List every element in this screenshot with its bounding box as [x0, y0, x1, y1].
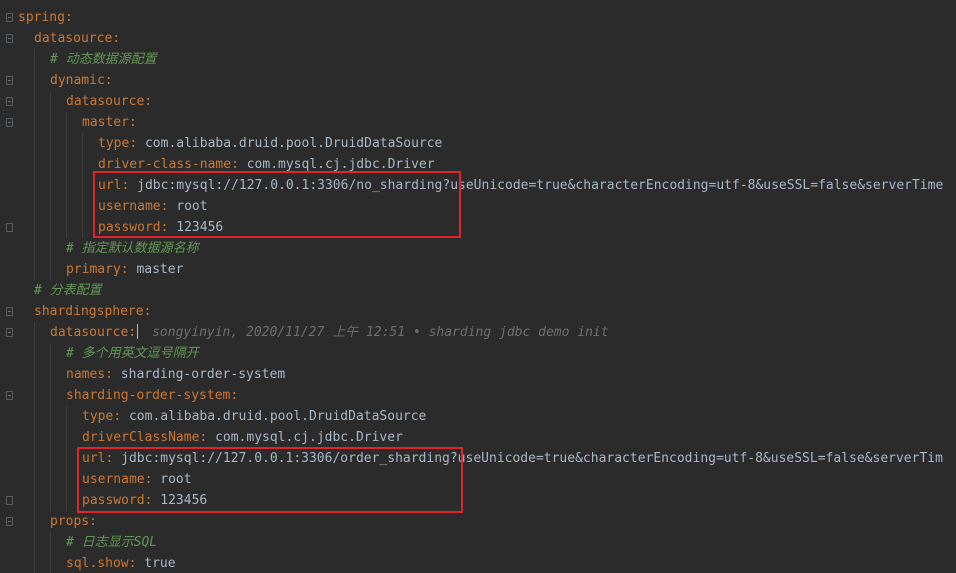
- code-line: url: jdbc:mysql://127.0.0.1:3306/no_shar…: [18, 175, 943, 196]
- yaml-comment: # 动态数据源配置: [50, 52, 157, 67]
- fold-icon[interactable]: [6, 517, 13, 526]
- yaml-key: datasource: [66, 94, 145, 109]
- yaml-key: type: [82, 409, 114, 424]
- code-line: sharding-order-system:: [18, 385, 943, 406]
- yaml-key: driverClassName: [82, 430, 200, 445]
- code-line: # 分表配置: [18, 280, 943, 301]
- yaml-key: username: [98, 199, 161, 214]
- code-line: datasource:: [18, 91, 943, 112]
- fold-icon[interactable]: [6, 13, 13, 22]
- code-line: password: 123456: [18, 490, 943, 511]
- code-line: # 动态数据源配置: [18, 49, 943, 70]
- code-line: username: root: [18, 196, 943, 217]
- yaml-comment: # 日志显示SQL: [66, 535, 158, 550]
- text-cursor: [137, 324, 139, 339]
- yaml-value: root: [160, 472, 192, 487]
- yaml-key: props: [50, 514, 90, 529]
- yaml-key: sql.show: [66, 556, 129, 571]
- yaml-key: url: [98, 178, 122, 193]
- editor-gutter: [0, 0, 18, 573]
- yaml-value: master: [136, 262, 184, 277]
- yaml-key: type: [98, 136, 130, 151]
- fold-icon[interactable]: [6, 97, 13, 106]
- yaml-value: com.alibaba.druid.pool.DruidDataSource: [144, 136, 443, 151]
- yaml-comment: # 多个用英文逗号隔开: [66, 346, 199, 361]
- code-line: type: com.alibaba.druid.pool.DruidDataSo…: [18, 406, 943, 427]
- yaml-value: root: [176, 199, 208, 214]
- fold-icon[interactable]: [6, 307, 13, 316]
- code-line: props:: [18, 511, 943, 532]
- yaml-key: master: [82, 115, 129, 130]
- yaml-key: username: [82, 472, 145, 487]
- yaml-key: password: [98, 220, 161, 235]
- yaml-value: com.alibaba.druid.pool.DruidDataSource: [128, 409, 427, 424]
- yaml-key: spring: [18, 10, 65, 25]
- yaml-key: names: [66, 367, 106, 382]
- code-line: password: 123456: [18, 217, 943, 238]
- yaml-key: driver-class-name: [98, 157, 232, 172]
- yaml-key: sharding-order-system: [66, 388, 231, 403]
- yaml-key: dynamic: [50, 73, 105, 88]
- yaml-value: com.mysql.cj.jdbc.Driver: [246, 157, 435, 172]
- yaml-key: url: [82, 451, 106, 466]
- fold-end-icon[interactable]: [6, 223, 13, 232]
- fold-icon[interactable]: [6, 118, 13, 127]
- yaml-value: 123456: [176, 220, 224, 235]
- code-line: type: com.alibaba.druid.pool.DruidDataSo…: [18, 133, 943, 154]
- code-editor[interactable]: spring: datasource: # 动态数据源配置 dynamic: d…: [0, 0, 956, 573]
- code-line: url: jdbc:mysql://127.0.0.1:3306/order_s…: [18, 448, 943, 469]
- code-content[interactable]: spring: datasource: # 动态数据源配置 dynamic: d…: [18, 7, 943, 573]
- yaml-value: true: [144, 556, 176, 571]
- yaml-comment: # 分表配置: [34, 283, 102, 298]
- code-line: sql.show: true: [18, 553, 943, 573]
- yaml-key: datasource: [50, 325, 129, 340]
- yaml-key: datasource: [34, 31, 113, 46]
- code-line: # 日志显示SQL: [18, 532, 943, 553]
- fold-end-icon[interactable]: [6, 496, 13, 505]
- yaml-value: 123456: [160, 493, 208, 508]
- yaml-value: com.mysql.cj.jdbc.Driver: [215, 430, 403, 445]
- yaml-value: sharding-order-system: [120, 367, 286, 382]
- code-line: # 多个用英文逗号隔开: [18, 343, 943, 364]
- yaml-key: shardingsphere: [34, 304, 144, 319]
- yaml-comment: # 指定默认数据源名称: [66, 241, 199, 256]
- yaml-key: password: [82, 493, 145, 508]
- fold-icon[interactable]: [6, 391, 13, 400]
- code-line: master:: [18, 112, 943, 133]
- code-line: primary: master: [18, 259, 943, 280]
- fold-icon[interactable]: [6, 328, 13, 337]
- code-line: datasource:: [34, 31, 121, 46]
- git-blame-annotation[interactable]: songyinyin, 2020/11/27 上午 12:51 • shardi…: [152, 325, 608, 340]
- yaml-value: jdbc:mysql://127.0.0.1:3306/order_shardi…: [121, 451, 943, 466]
- fold-icon[interactable]: [6, 34, 13, 43]
- code-line: username: root: [18, 469, 943, 490]
- code-line: driver-class-name: com.mysql.cj.jdbc.Dri…: [18, 154, 943, 175]
- code-line: dynamic:: [18, 70, 943, 91]
- code-line: driverClassName: com.mysql.cj.jdbc.Drive…: [18, 427, 943, 448]
- code-line: datasource: songyinyin, 2020/11/27 上午 12:…: [18, 322, 943, 343]
- fold-icon[interactable]: [6, 76, 13, 85]
- yaml-value: jdbc:mysql://127.0.0.1:3306/no_sharding?…: [137, 178, 944, 193]
- code-line: spring:: [18, 10, 73, 25]
- code-line: names: sharding-order-system: [18, 364, 943, 385]
- yaml-key: primary: [66, 262, 121, 277]
- code-line: shardingsphere:: [34, 304, 152, 319]
- code-line: # 指定默认数据源名称: [18, 238, 943, 259]
